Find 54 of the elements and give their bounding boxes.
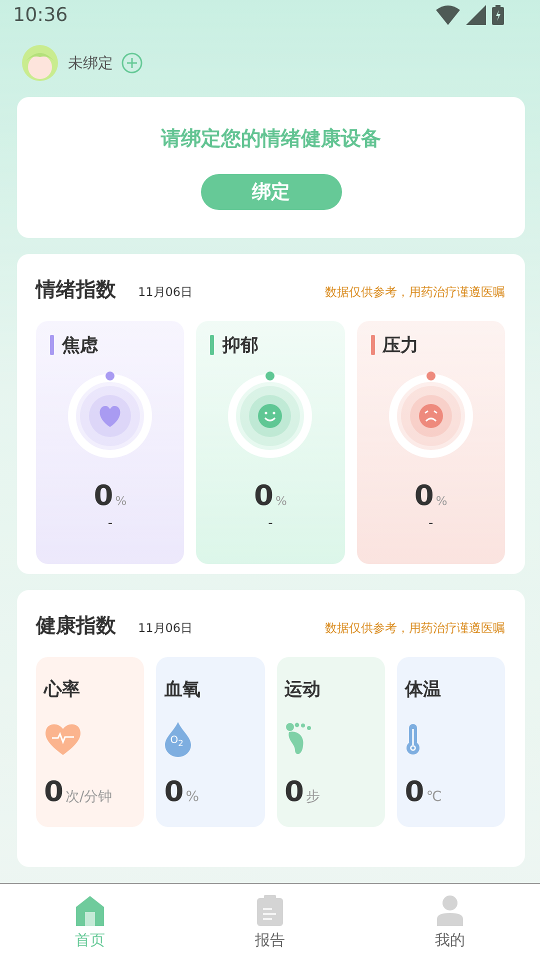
clipboard-icon — [256, 894, 284, 926]
unit-label: ℃ — [426, 789, 442, 805]
oxygen-label: O$_{2}$ — [170, 735, 184, 748]
health-label: 体温 — [404, 678, 442, 701]
unit-label: % — [436, 494, 448, 508]
emotion-tile[interactable]: 焦虑 0% - — [36, 321, 184, 564]
emotion-value: 0 — [254, 479, 274, 512]
nav-tab[interactable]: 我的 — [360, 884, 540, 960]
bind-prompt: 请绑定您的情绪健康设备 — [161, 125, 381, 152]
emotion-tile[interactable]: 压力 0% - — [356, 321, 505, 564]
disclaimer-text: 数据仅供参考，用药治疗谨遵医嘱 — [325, 284, 505, 301]
disclaimer-text: 数据仅供参考，用药治疗谨遵医嘱 — [325, 620, 505, 637]
section-title: 健康指数 — [36, 612, 116, 639]
unit-label: % — [276, 494, 287, 508]
emotion-note: - — [268, 516, 273, 531]
unit-label: % — [186, 789, 200, 805]
nav-tab[interactable]: 报告 — [180, 884, 360, 960]
health-tile[interactable]: 体温 0℃ — [396, 657, 505, 827]
wifi-icon — [436, 4, 460, 25]
health-tile[interactable]: 心率 0 次/分钟 — [36, 657, 144, 827]
device-status: 未绑定 — [68, 54, 113, 73]
emotion-value: 0 — [94, 479, 114, 512]
thermometer-icon — [404, 723, 421, 755]
health-label: 血氧 — [164, 678, 202, 701]
health-label: 运动 — [284, 678, 322, 701]
health-value: 0 — [44, 775, 64, 808]
emotion-label: 焦虑 — [62, 334, 98, 357]
date-label: 11月06日 — [138, 284, 193, 301]
drop-icon — [164, 721, 192, 757]
health-tile[interactable]: 运动 0 步 — [276, 657, 385, 827]
person-icon — [435, 894, 465, 926]
health-tile[interactable]: 血氧 O$_{2}$ 0% — [156, 657, 264, 827]
heart-icon — [44, 722, 82, 756]
health-value: 0 — [404, 775, 424, 808]
emotion-note: - — [428, 516, 434, 531]
date-label: 11月06日 — [138, 620, 193, 637]
add-icon[interactable] — [121, 52, 143, 74]
unit-label: 次/分钟 — [65, 788, 112, 806]
home-icon — [75, 894, 105, 926]
health-value: 0 — [284, 775, 304, 808]
emotion-note: - — [108, 516, 113, 531]
signal-icon — [466, 4, 486, 25]
emotion-label: 抑郁 — [222, 334, 258, 357]
emotion-label: 压力 — [382, 334, 419, 357]
health-value: 0 — [164, 775, 184, 808]
avatar-icon — [20, 43, 60, 84]
section-title: 情绪指数 — [36, 276, 116, 303]
status-time: 10:36 — [13, 4, 68, 26]
emotion-tile[interactable]: 抑郁 0% - — [196, 321, 345, 564]
battery-icon — [492, 4, 504, 25]
unit-label: 步 — [306, 788, 320, 806]
health-label: 心率 — [44, 678, 81, 701]
emotion-value: 0 — [414, 479, 434, 512]
unit-label: % — [115, 494, 127, 508]
